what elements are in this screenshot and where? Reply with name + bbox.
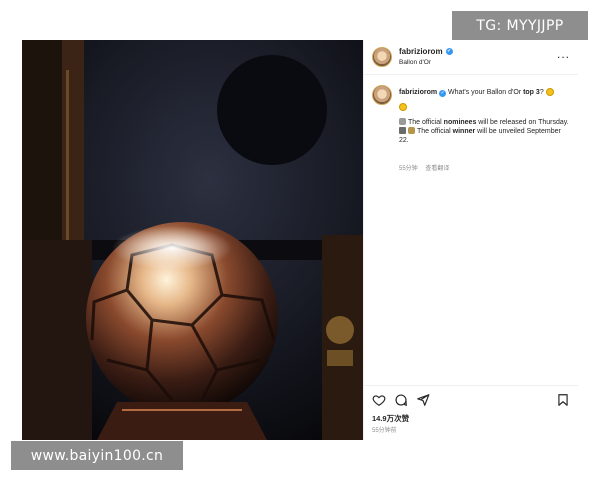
- caption-username[interactable]: fabriziorom: [399, 89, 437, 96]
- like-count[interactable]: 14.9万次赞: [372, 413, 409, 424]
- thinking-emoji-icon: [399, 102, 407, 111]
- caption-winner-line: The official winner will be unveiled Sep…: [399, 127, 569, 145]
- caption-text: will be released on Thursday.: [476, 119, 569, 126]
- watermark-bottom: www.baiyin100.cn: [11, 441, 183, 470]
- caption-text: The official: [408, 119, 444, 126]
- share-icon[interactable]: [416, 393, 430, 407]
- post-image[interactable]: [22, 40, 363, 440]
- caption-emoji-row: [399, 98, 407, 116]
- more-options-icon[interactable]: ...: [557, 48, 570, 60]
- ballon-dor-trophy-photo: [22, 40, 363, 440]
- heart-icon[interactable]: [372, 393, 386, 407]
- caption-nominees-line: The official nominees will be released o…: [399, 118, 569, 127]
- caption-bold: nominees: [443, 119, 477, 126]
- caption-text: The official: [417, 128, 453, 135]
- trophy-emoji-icon: [408, 127, 415, 134]
- caption-first-line: fabriziorom ✓ What's your Ballon d'Or to…: [399, 88, 554, 97]
- verified-badge-icon: ✓: [439, 89, 447, 97]
- post-location[interactable]: Ballon d'Or: [399, 59, 431, 66]
- post-timestamp: 55分钟前: [372, 428, 397, 434]
- clock-emoji-icon: [399, 118, 406, 125]
- caption-time: 55分钟: [399, 166, 418, 172]
- smile-emoji-icon: [545, 88, 554, 96]
- bookmark-icon[interactable]: [556, 393, 570, 407]
- caption-text-end: ?: [539, 88, 544, 96]
- author-username[interactable]: fabriziorom: [399, 47, 443, 56]
- see-translation-link[interactable]: 查看翻译: [425, 166, 449, 172]
- post-side-panel: fabriziorom ✓ Ballon d'Or ... fabrizioro…: [363, 40, 578, 440]
- caption-text: What's your Ballon d'Or: [448, 88, 524, 96]
- caption-meta: 55分钟 查看翻译: [399, 163, 455, 172]
- watermark-top: TG: MYYJJPP: [452, 11, 588, 40]
- post-header: fabriziorom ✓ Ballon d'Or ...: [364, 40, 578, 75]
- caption-bold: top 3: [523, 88, 540, 96]
- post-author[interactable]: fabriziorom ✓: [399, 47, 453, 56]
- verified-badge-icon: ✓: [445, 48, 453, 55]
- caption-body: The official nominees will be released o…: [399, 118, 569, 145]
- hourglass-emoji-icon: [399, 127, 406, 134]
- caption-bold: winner: [452, 128, 476, 135]
- post-actions: 14.9万次赞 55分钟前: [364, 385, 578, 440]
- caption-avatar[interactable]: [372, 85, 392, 105]
- avatar[interactable]: [372, 47, 392, 67]
- comment-icon[interactable]: [394, 393, 408, 407]
